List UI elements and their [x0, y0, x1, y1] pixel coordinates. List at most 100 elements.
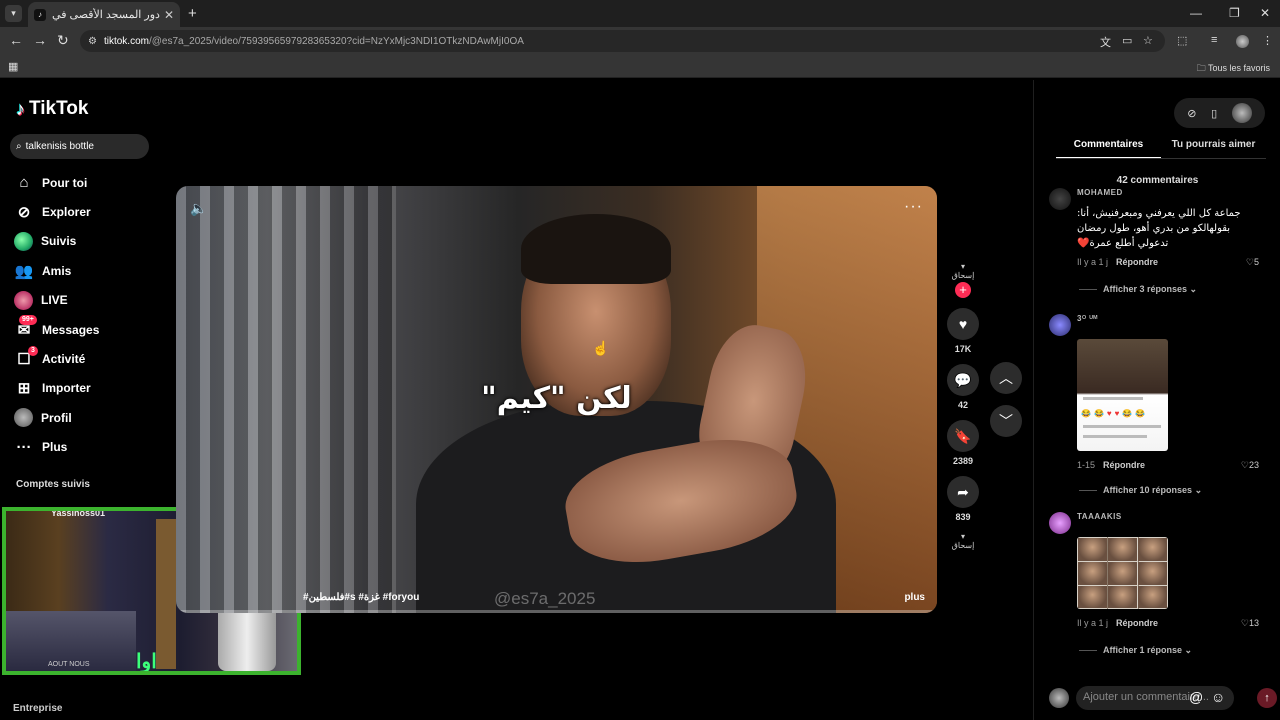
volume-icon[interactable]: 🔈 — [190, 200, 207, 217]
comment-like-button[interactable]: ♡13 — [1241, 618, 1259, 629]
sidebar-item-upload[interactable]: ⊞ Importer — [14, 374, 99, 403]
creator-avatar[interactable]: ▾ إسحاق — [945, 262, 981, 282]
video-progress-bar[interactable] — [176, 610, 937, 613]
forward-button[interactable]: → — [33, 32, 47, 48]
arrow-up-icon: ↑ — [1264, 692, 1270, 704]
show-replies-button[interactable]: Afficher 3 réponses ⌄ — [1079, 284, 1197, 295]
thumb-text-line — [1083, 425, 1161, 428]
sidebar-item-friends[interactable]: 👥 Amis — [14, 256, 99, 285]
new-tab-button[interactable]: + — [188, 5, 197, 22]
heart-outline-icon: ♡ — [1240, 460, 1249, 470]
mention-at-icon[interactable]: @ — [1189, 689, 1203, 705]
video-player[interactable]: لكن "كيم" 🔈 ··· #فلسطين#s #غزة #foryou @… — [176, 186, 937, 613]
webcam-door — [156, 519, 176, 669]
tab-search-button[interactable]: ▾ — [5, 5, 22, 22]
browser-tab-active[interactable]: ♪ دور المسجد الأقصى في الصراع ال... ✕ — [28, 2, 180, 27]
media-control-icon[interactable]: ≡ — [1211, 34, 1217, 46]
tab-comments[interactable]: Commentaires — [1056, 137, 1161, 159]
comment-avatar[interactable] — [1049, 314, 1071, 336]
profile-avatar-icon[interactable] — [1236, 35, 1249, 48]
sidebar-item-explore[interactable]: ⊘ Explorer — [14, 197, 99, 226]
reply-button[interactable]: Répondre — [1103, 460, 1145, 470]
like-action[interactable]: ♥ 17K — [945, 308, 981, 354]
comment-avatar[interactable] — [1049, 512, 1071, 534]
comment-username[interactable]: 3ᴼ ᵁᴹ — [1077, 314, 1098, 323]
url-field[interactable]: ⚙ tiktok.com/@es7a_2025/video/7593956597… — [80, 30, 1165, 52]
all-bookmarks-folder[interactable]: 🗀 Tous les favoris — [1197, 61, 1270, 77]
upload-plus-icon: ⊞ — [17, 380, 31, 398]
bookmark-icon[interactable]: 🔖 — [947, 420, 979, 452]
footer-company-link[interactable]: Entreprise — [13, 703, 62, 714]
comment-username[interactable]: TAAAAKIS — [1077, 512, 1122, 521]
sidebar-item-label: Explorer — [42, 205, 91, 220]
reply-button[interactable]: Répondre — [1116, 257, 1158, 267]
comment-username[interactable]: MOHAMED — [1077, 188, 1123, 197]
minimize-button[interactable]: — — [1190, 6, 1202, 20]
back-button[interactable]: ← — [9, 32, 23, 48]
site-info-icon[interactable]: ⚙ — [88, 36, 97, 47]
comment-image-screenshot[interactable]: 😂😂♥♥😂😂 — [1077, 339, 1168, 451]
panel-tabs: Commentaires Tu pourrais aimer — [1056, 137, 1266, 159]
profile-avatar-icon — [14, 408, 33, 428]
tab-you-may-like[interactable]: Tu pourrais aimer — [1161, 137, 1266, 159]
show-replies-label: Afficher 10 réponses — [1103, 485, 1193, 495]
sidebar-item-activity[interactable]: ☐ 3 Activité — [14, 344, 99, 373]
webcam-logo: اوا — [136, 649, 157, 673]
emoji-icon[interactable]: ☺ — [1211, 689, 1225, 705]
comment-meta: 1-15 Répondre — [1077, 460, 1145, 470]
sidebar-item-following[interactable]: Suivis — [14, 227, 99, 256]
search-input[interactable]: ⌕ talkenisis bottle — [10, 134, 149, 159]
previous-video-button[interactable]: ︿ — [990, 362, 1022, 394]
save-action[interactable]: 🔖 2389 — [945, 420, 981, 466]
chevron-down-icon: ⌄ — [1194, 485, 1203, 495]
bookmarks-bar: ▦ 🗀 Tous les favoris — [0, 55, 1280, 78]
friends-icon: 👥 — [14, 262, 34, 280]
heart-icon[interactable]: ♥ — [947, 308, 979, 340]
sidebar-item-label: Suivis — [41, 234, 77, 249]
comment-avatar[interactable] — [1049, 188, 1071, 210]
comment-icon[interactable]: 💬 — [947, 364, 979, 396]
sidebar-item-more[interactable]: ··· Plus — [14, 433, 99, 462]
comment-time: Il y a 1 j — [1077, 257, 1109, 267]
sidebar-item-messages[interactable]: ✉ 99+ Messages — [14, 314, 99, 344]
sidebar-item-for-you[interactable]: ⌂ Pour toi — [14, 168, 99, 197]
user-avatar[interactable] — [1231, 103, 1252, 123]
reply-button[interactable]: Répondre — [1116, 618, 1158, 628]
sidebar-item-live[interactable]: LIVE — [14, 286, 99, 315]
video-more-icon[interactable]: ··· — [904, 198, 923, 216]
comment-like-button[interactable]: ♡23 — [1241, 460, 1259, 471]
sidebar-item-profile[interactable]: Profil — [14, 403, 99, 432]
comment-meta: Il y a 1 j Répondre — [1077, 618, 1158, 628]
extensions-icon[interactable]: ⬚ — [1177, 34, 1187, 47]
tiktok-logo[interactable]: ♪ TikTok — [16, 98, 88, 120]
menu-kebab-icon[interactable]: ⋮ — [1262, 34, 1273, 47]
bookmark-star-icon[interactable]: ☆ — [1143, 34, 1153, 47]
chevron-down-icon: ⌄ — [1189, 284, 1198, 294]
collage-cell — [1078, 586, 1107, 608]
show-replies-button[interactable]: Afficher 1 réponse ⌄ — [1079, 645, 1192, 656]
mobile-icon[interactable]: ▯ — [1211, 107, 1217, 120]
apps-grid-icon[interactable]: ▦ — [8, 60, 18, 73]
search-icon: ⌕ — [16, 141, 22, 152]
coin-icon[interactable]: ⊘ — [1187, 107, 1196, 120]
comment-like-button[interactable]: ♡5 — [1246, 257, 1259, 268]
send-comment-button[interactable]: ↑ — [1257, 688, 1277, 708]
video-hashtags[interactable]: #فلسطين#s #غزة #foryou — [303, 592, 419, 603]
next-video-button[interactable]: ﹀ — [990, 405, 1022, 437]
comment-action[interactable]: 💬 42 — [945, 364, 981, 410]
collage-cell — [1108, 586, 1137, 608]
follow-plus-button[interactable]: + — [955, 282, 971, 298]
restore-button[interactable]: ❐ — [1229, 6, 1240, 20]
show-replies-button[interactable]: Afficher 10 réponses ⌄ — [1079, 485, 1202, 496]
share-action[interactable]: ➦ 839 — [945, 476, 981, 522]
close-window-button[interactable]: ✕ — [1260, 6, 1270, 20]
cast-icon[interactable]: ▭ — [1122, 34, 1132, 47]
music-disc[interactable]: ▾ إسحاق — [945, 532, 981, 550]
translate-icon[interactable]: 文 — [1100, 34, 1111, 50]
video-description-more-button[interactable]: plus — [904, 592, 925, 603]
share-icon[interactable]: ➦ — [947, 476, 979, 508]
reload-button[interactable]: ↻ — [57, 32, 69, 49]
close-tab-icon[interactable]: ✕ — [164, 8, 174, 22]
video-action-rail: ▾ إسحاق + ♥ 17K 💬 42 🔖 2389 ➦ 839 ▾ إسحاق — [945, 262, 981, 550]
comment-image-collage[interactable] — [1077, 537, 1168, 609]
